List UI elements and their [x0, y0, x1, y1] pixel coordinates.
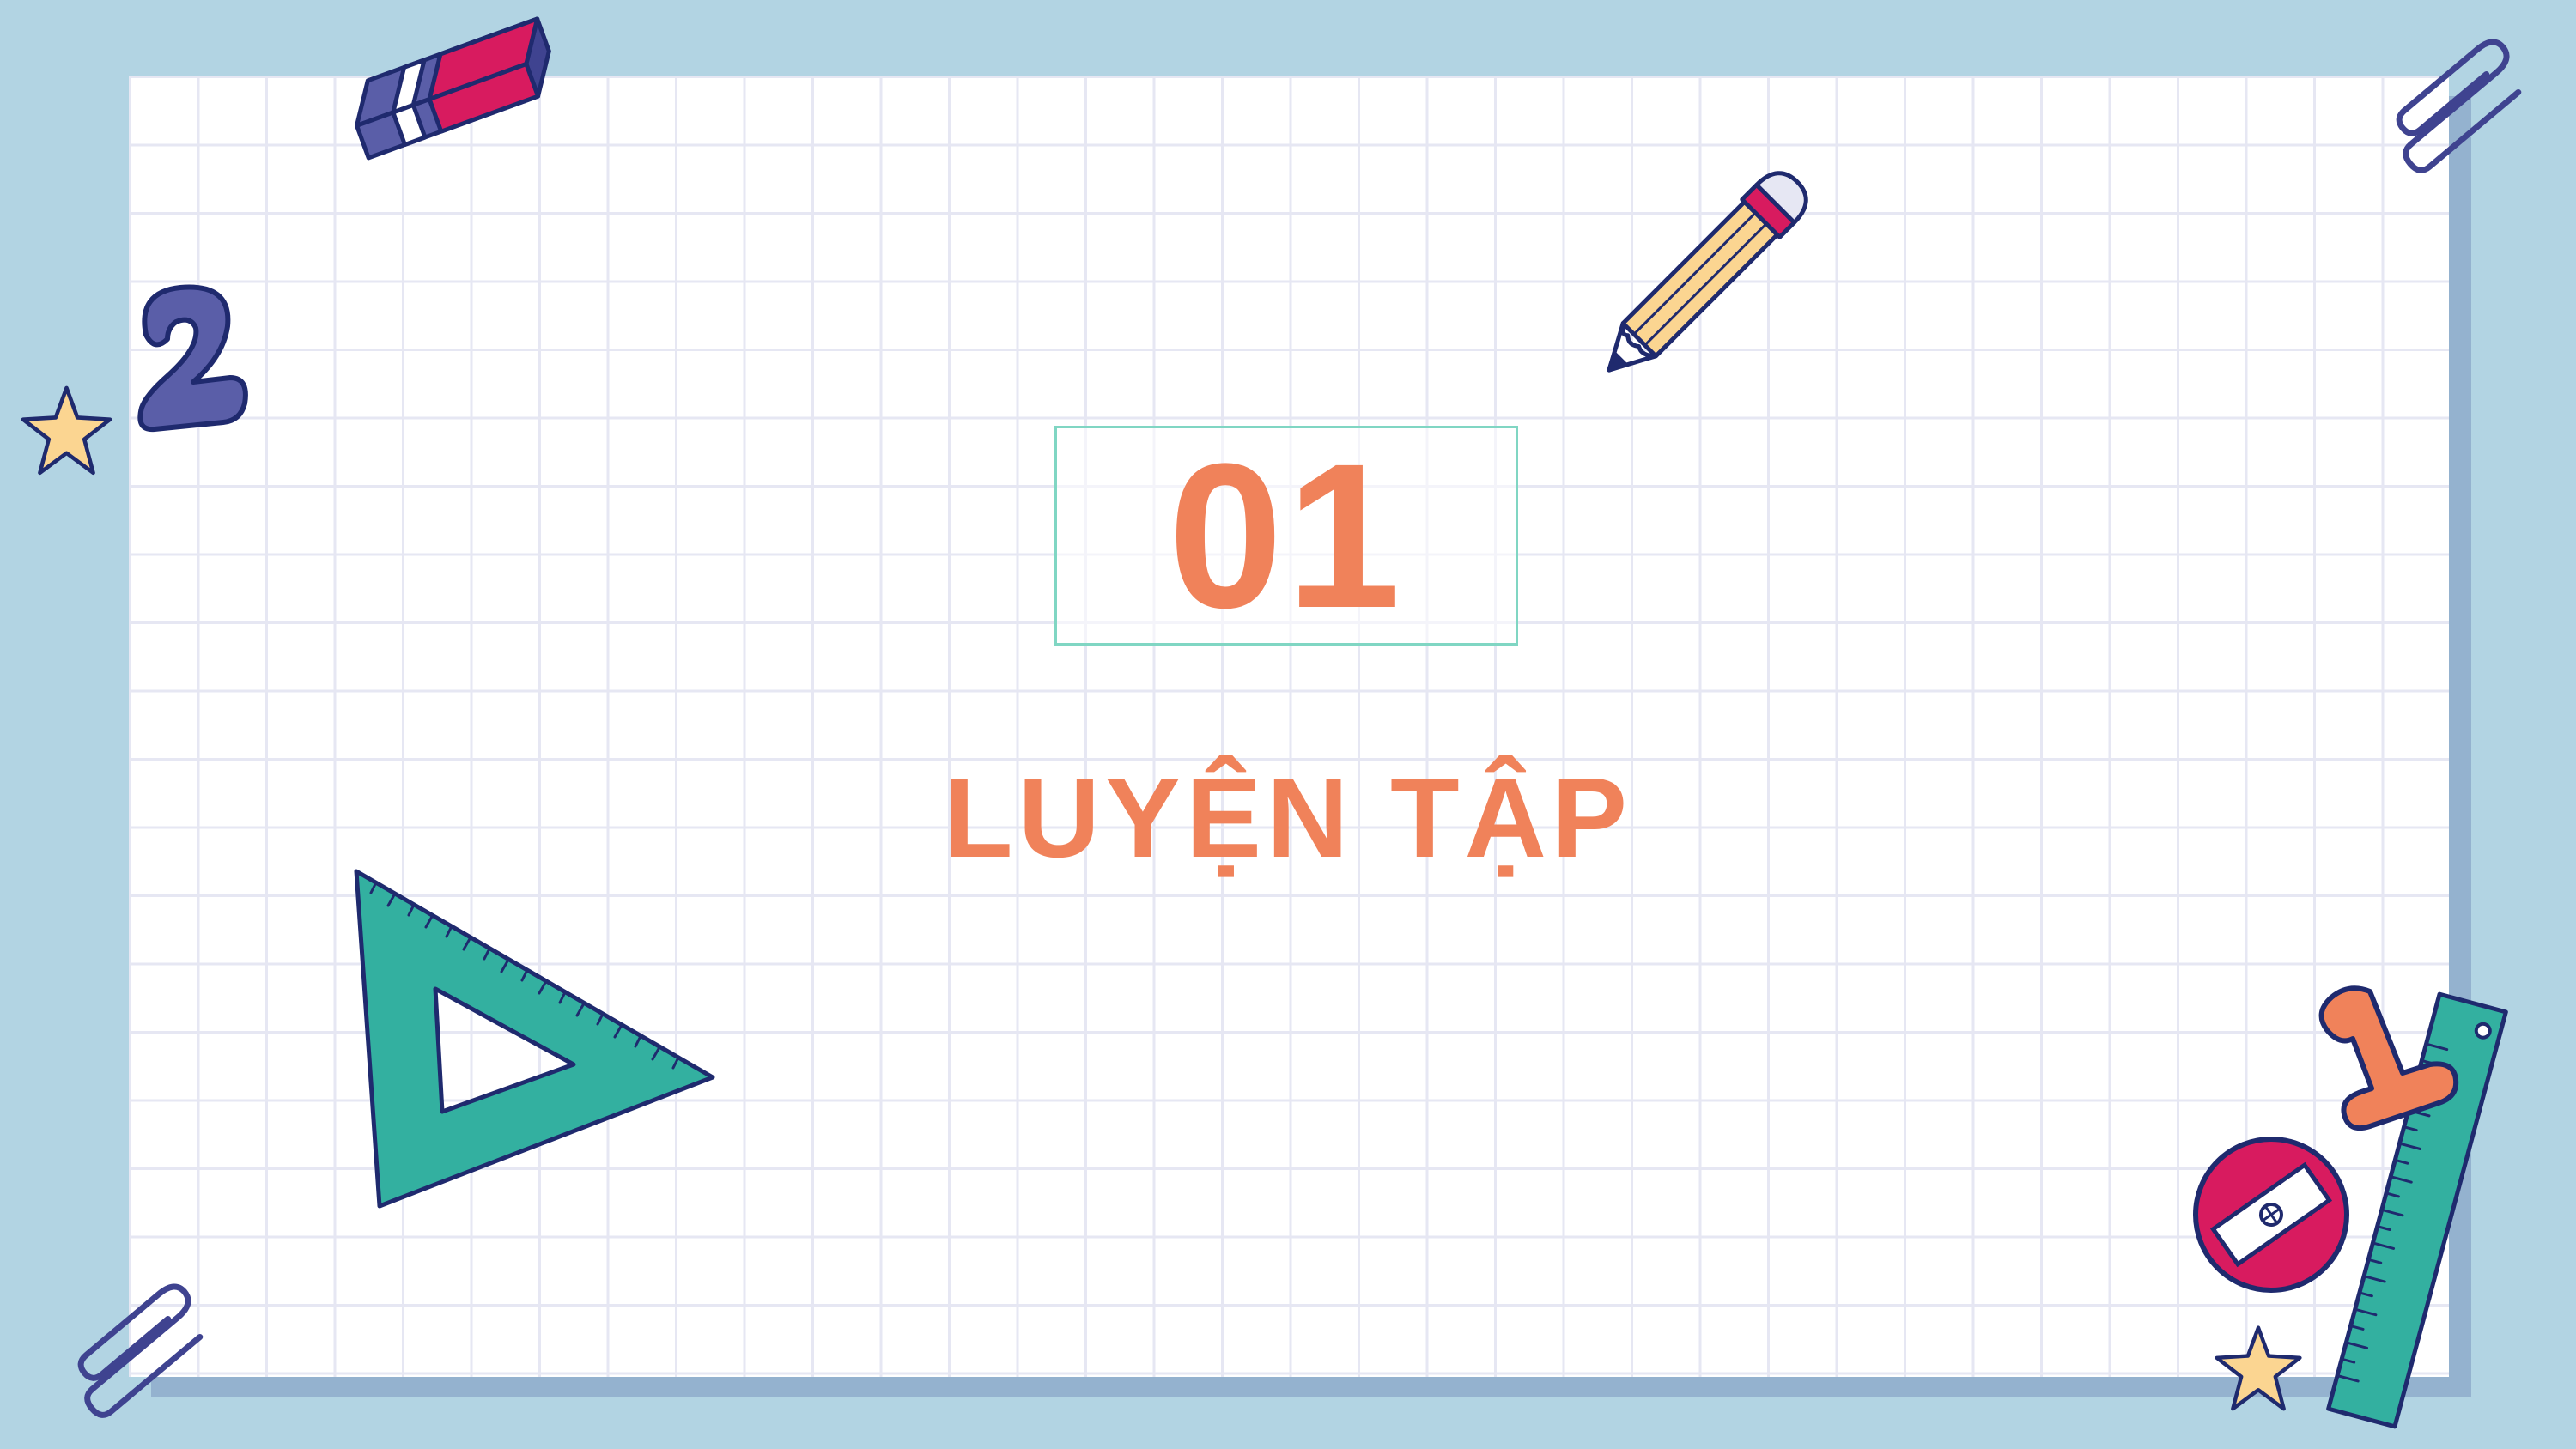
section-number-box: 01	[1054, 426, 1518, 646]
paperclip-icon	[77, 1283, 204, 1418]
number-one-icon	[2318, 985, 2459, 1131]
set-square-icon	[354, 869, 715, 1209]
section-number: 01	[1168, 421, 1405, 651]
paperclip-icon	[2396, 39, 2522, 173]
eraser-icon	[355, 16, 551, 161]
star-icon	[2215, 1325, 2302, 1411]
number-two-icon	[137, 284, 248, 433]
star-icon	[21, 385, 112, 476]
pencil-icon	[1607, 171, 1808, 373]
sharpener-icon	[2193, 1137, 2349, 1293]
